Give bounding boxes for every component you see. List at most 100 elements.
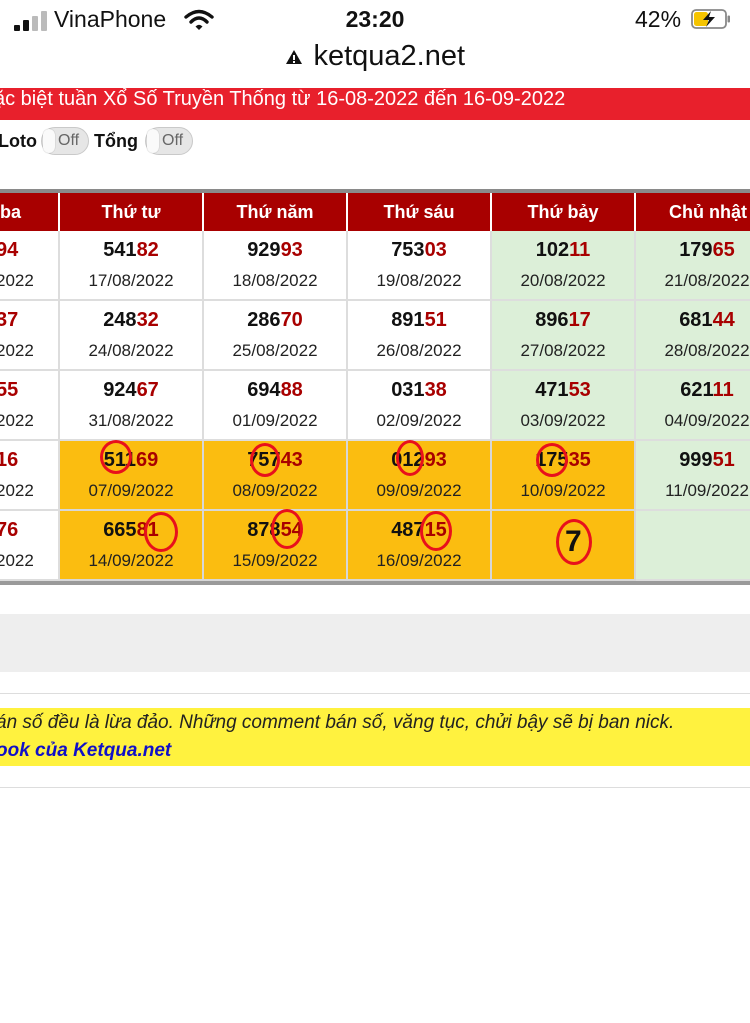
result-cell-col-friday: 03138 02/09/2022 <box>348 371 492 441</box>
number-tail-digits: 37 <box>0 309 19 331</box>
result-cell-col-sunday: 99951 11/09/2022 <box>636 441 750 511</box>
number-head-digits: 541 <box>103 239 137 261</box>
number-head-digits: 694 <box>247 379 281 401</box>
result-number: 55 <box>0 379 54 402</box>
facebook-link[interactable]: ook của Ketqua.net <box>0 740 171 762</box>
signal-strength-icon <box>14 11 48 31</box>
result-date: 2022 <box>0 551 34 570</box>
page-url: ketqua2.net <box>313 40 466 72</box>
result-date: 09/09/2022 <box>376 481 462 500</box>
result-date: 25/08/2022 <box>232 341 318 360</box>
result-number: 24832 <box>60 309 202 332</box>
result-cell-col-friday: 48715 16/09/2022 <box>348 511 492 581</box>
number-tail-digits: 11 <box>712 379 734 401</box>
result-cell-col-wednesday: 54182 17/08/2022 <box>60 231 204 301</box>
handwritten-seven: 7 <box>565 525 582 558</box>
tong-toggle-state: Off <box>162 132 184 149</box>
result-number: 28670 <box>204 309 346 332</box>
divider <box>0 787 750 788</box>
result-date: 24/08/2022 <box>88 341 174 360</box>
number-head-digits: 753 <box>391 239 425 261</box>
result-number: 03138 <box>348 379 490 402</box>
number-head-digits: 924 <box>103 379 137 401</box>
number-head-digits: 681 <box>679 309 713 331</box>
battery-charging-icon <box>691 9 730 29</box>
result-cell-col-wednesday: 92467 31/08/2022 <box>60 371 204 441</box>
number-tail-digits: 32 <box>136 309 159 331</box>
number-tail-digits: 38 <box>424 379 447 401</box>
result-date: 2022 <box>0 271 34 290</box>
result-date: 21/08/2022 <box>664 271 750 290</box>
result-number: 89151 <box>348 309 490 332</box>
result-date: 10/09/2022 <box>520 481 606 500</box>
result-cell-col-wednesday: 24832 24/08/2022 <box>60 301 204 371</box>
result-date: 04/09/2022 <box>664 411 750 430</box>
loto-toggle[interactable]: Off <box>41 127 89 155</box>
toggle-knob <box>43 129 55 153</box>
result-number: 17965 <box>636 239 750 262</box>
result-cell-col-sunday: 68144 28/08/2022 <box>636 301 750 371</box>
marker-circle <box>420 511 452 551</box>
result-number: 62111 <box>636 379 750 402</box>
notice-box: án số đều là lừa đảo. Những comment bán … <box>0 708 750 766</box>
number-tail-digits: 69 <box>136 449 159 471</box>
wifi-icon <box>184 9 214 30</box>
result-number: 75303 <box>348 239 490 262</box>
number-tail-digits: 11 <box>569 239 591 261</box>
result-date: 14/09/2022 <box>88 551 174 570</box>
number-tail-digits: 16 <box>0 449 19 471</box>
warning-icon <box>285 49 302 64</box>
divider <box>0 693 750 694</box>
result-number: 69488 <box>204 379 346 402</box>
result-number: 48715 <box>348 519 490 542</box>
result-cell-col-thursday: 28670 25/08/2022 <box>204 301 348 371</box>
header-day-tuesday: ba <box>0 193 60 231</box>
number-tail-digits: 17 <box>568 309 591 331</box>
result-number: 94 <box>0 239 54 262</box>
results-title-banner: ặc biệt tuần Xổ Số Truyền Thống từ 16-08… <box>0 88 750 120</box>
result-number: 66581 <box>60 519 202 542</box>
result-cell-col-tuesday: 55 2022 <box>0 371 60 441</box>
banner-text: ặc biệt tuần Xổ Số Truyền Thống từ 16-08… <box>0 88 566 110</box>
number-head-digits: 891 <box>391 309 425 331</box>
header-day-sunday: Chủ nhật <box>636 193 750 231</box>
number-head-digits: 999 <box>679 449 713 471</box>
result-number: 10211 <box>492 239 634 262</box>
number-tail-digits: 65 <box>712 239 735 261</box>
number-tail-digits: 53 <box>568 379 591 401</box>
result-date: 08/09/2022 <box>232 481 318 500</box>
number-head-digits: 896 <box>535 309 569 331</box>
number-head-digits: 031 <box>391 379 425 401</box>
result-date: 20/08/2022 <box>520 271 606 290</box>
number-tail-digits: 70 <box>280 309 303 331</box>
result-date: 2022 <box>0 341 34 360</box>
result-cell-col-tuesday: 37 2022 <box>0 301 60 371</box>
marker-circle <box>250 443 280 477</box>
result-date: 28/08/2022 <box>664 341 750 360</box>
result-date: 11/09/2022 <box>665 481 749 500</box>
number-tail-digits: 67 <box>136 379 159 401</box>
number-tail-digits: 94 <box>0 239 19 261</box>
result-cell-col-saturday: 10211 20/08/2022 <box>492 231 636 301</box>
result-cell-col-sunday: 17965 21/08/2022 <box>636 231 750 301</box>
result-cell-col-tuesday: 76 2022 <box>0 511 60 581</box>
notice-warning-text: án số đều là lừa đảo. Những comment bán … <box>0 712 675 733</box>
result-date: 2022 <box>0 411 34 430</box>
number-head-digits: 179 <box>679 239 713 261</box>
result-cell-col-sunday <box>636 511 750 581</box>
marker-circle <box>144 512 178 552</box>
header-day-wednesday: Thứ tư <box>60 193 204 231</box>
address-bar[interactable]: ketqua2.net <box>0 40 750 80</box>
tong-toggle[interactable]: Off <box>145 127 193 155</box>
tong-label: Tổng <box>94 131 138 151</box>
number-tail-digits: 55 <box>0 379 19 401</box>
result-cell-col-thursday: 92993 18/08/2022 <box>204 231 348 301</box>
number-tail-digits: 44 <box>712 309 735 331</box>
result-date: 07/09/2022 <box>88 481 174 500</box>
toggle-knob <box>147 129 159 153</box>
result-date: 26/08/2022 <box>376 341 462 360</box>
result-date: 19/08/2022 <box>376 271 462 290</box>
result-number: 92467 <box>60 379 202 402</box>
weekly-results-table: ba Thứ tư Thứ năm Thứ sáu Thứ bảy Chủ nh… <box>0 189 750 585</box>
number-head-digits: 248 <box>103 309 137 331</box>
